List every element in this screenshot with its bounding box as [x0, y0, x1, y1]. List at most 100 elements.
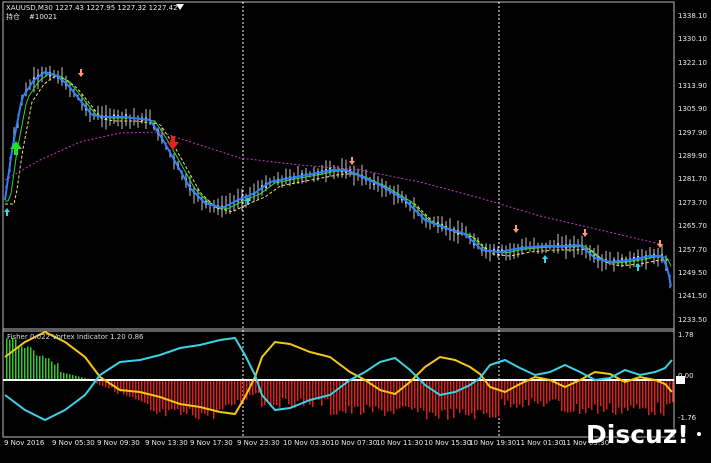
- histogram-bar: [462, 380, 464, 409]
- histogram-bar: [198, 380, 200, 419]
- histogram-bar: [564, 380, 566, 412]
- histogram-bar: [483, 380, 485, 414]
- histogram-bar: [21, 346, 23, 380]
- histogram-bar: [411, 380, 413, 410]
- histogram-bar: [195, 380, 197, 418]
- price-tick: 1265.70: [678, 222, 707, 230]
- histogram-bar: [624, 380, 626, 408]
- histogram-bar: [57, 363, 59, 380]
- histogram-bar: [375, 380, 377, 406]
- histogram-bar: [348, 380, 350, 406]
- histogram-bar: [549, 380, 551, 401]
- histogram-bar: [60, 372, 62, 380]
- histogram-bar: [669, 380, 671, 404]
- histogram-bar: [498, 380, 500, 416]
- histogram-bar: [609, 380, 611, 403]
- histogram-bar: [384, 380, 386, 416]
- histogram-bar: [390, 380, 392, 411]
- histogram-bar: [282, 380, 284, 398]
- histogram-bar: [162, 380, 164, 409]
- histogram-bar: [234, 380, 236, 404]
- discuz-watermark: Discuz!: [586, 421, 689, 449]
- time-tick: 10 Nov 15:30: [424, 439, 471, 447]
- histogram-bar: [576, 380, 578, 404]
- histogram-bar: [378, 380, 380, 409]
- histogram-bar: [588, 380, 590, 408]
- histogram-bar: [123, 380, 125, 394]
- histogram-bar: [42, 356, 44, 380]
- indicator-tick: 1.78: [678, 331, 694, 339]
- histogram-bar: [180, 380, 182, 415]
- histogram-bar: [654, 380, 656, 415]
- histogram-bar: [138, 380, 140, 400]
- symbol-info: XAUUSD,M30 1227.43 1227.95 1227.32 1227.…: [6, 4, 178, 12]
- sell-arrow-icon: [78, 69, 84, 77]
- histogram-bar: [6, 339, 8, 380]
- histogram-bar: [63, 373, 65, 380]
- histogram-bar: [642, 380, 644, 408]
- histogram-bar: [429, 380, 431, 412]
- histogram-bar: [414, 380, 416, 408]
- price-tick: 1233.50: [678, 316, 707, 324]
- histogram-bar: [600, 380, 602, 406]
- histogram-bar: [510, 380, 512, 407]
- histogram-bar: [168, 380, 170, 410]
- histogram-bar: [210, 380, 212, 410]
- histogram-bar: [381, 380, 383, 410]
- histogram-bar: [207, 380, 209, 416]
- histogram-bar: [585, 380, 587, 413]
- histogram-bar: [627, 380, 629, 411]
- histogram-bar: [171, 380, 173, 409]
- histogram-bar: [330, 380, 332, 415]
- histogram-bar: [582, 380, 584, 409]
- histogram-bar: [579, 380, 581, 414]
- time-tick: 9 Nov 23:30: [237, 439, 280, 447]
- histogram-bar: [279, 380, 281, 408]
- histogram-bar: [636, 380, 638, 404]
- histogram-bar: [336, 380, 338, 415]
- time-tick: 11 Nov 01:30: [516, 439, 563, 447]
- price-tick: 1313.90: [678, 82, 707, 90]
- histogram-bar: [15, 339, 17, 380]
- price-tick: 1338.10: [678, 12, 707, 20]
- indicator-tick: 0.00: [678, 372, 694, 380]
- histogram-bar: [480, 380, 482, 410]
- histogram-bar: [186, 380, 188, 414]
- histogram-bar: [648, 380, 650, 415]
- chart-window[interactable]: XAUUSD,M30 1227.43 1227.95 1227.32 1227.…: [0, 0, 711, 459]
- histogram-bar: [606, 380, 608, 410]
- histogram-bar: [183, 380, 185, 412]
- histogram-bar: [399, 380, 401, 409]
- time-tick: 10 Nov 11:30: [376, 439, 423, 447]
- histogram-bar: [315, 380, 317, 399]
- histogram-bar: [276, 380, 278, 405]
- histogram-bar: [417, 380, 419, 412]
- price-tick: 1322.10: [678, 59, 707, 67]
- histogram-bar: [288, 380, 290, 404]
- histogram-bar: [144, 380, 146, 403]
- histogram-bar: [501, 380, 503, 399]
- histogram-bar: [270, 380, 272, 407]
- histogram-bar: [240, 380, 242, 402]
- histogram-bar: [552, 380, 554, 400]
- price-tick: 1330.10: [678, 35, 707, 43]
- time-tick: 9 Nov 17:30: [190, 439, 233, 447]
- histogram-bar: [27, 347, 29, 380]
- histogram-bar: [360, 380, 362, 415]
- histogram-bar: [117, 380, 119, 394]
- buy-arrow-icon: [542, 255, 548, 263]
- price-tick: 1281.70: [678, 175, 707, 183]
- price-tick: 1305.90: [678, 105, 707, 113]
- histogram-bar: [285, 380, 287, 399]
- histogram-bar: [357, 380, 359, 407]
- histogram-bar: [630, 380, 632, 406]
- histogram-bar: [132, 380, 134, 397]
- order-id: #10021: [29, 13, 57, 21]
- histogram-bar: [9, 340, 11, 380]
- chart-canvas[interactable]: [0, 0, 711, 459]
- price-tick: 1297.90: [678, 129, 707, 137]
- histogram-bar: [213, 380, 215, 419]
- histogram-bar: [345, 380, 347, 413]
- histogram-bar: [291, 380, 293, 408]
- time-tick: 9 Nov 05:30: [52, 439, 95, 447]
